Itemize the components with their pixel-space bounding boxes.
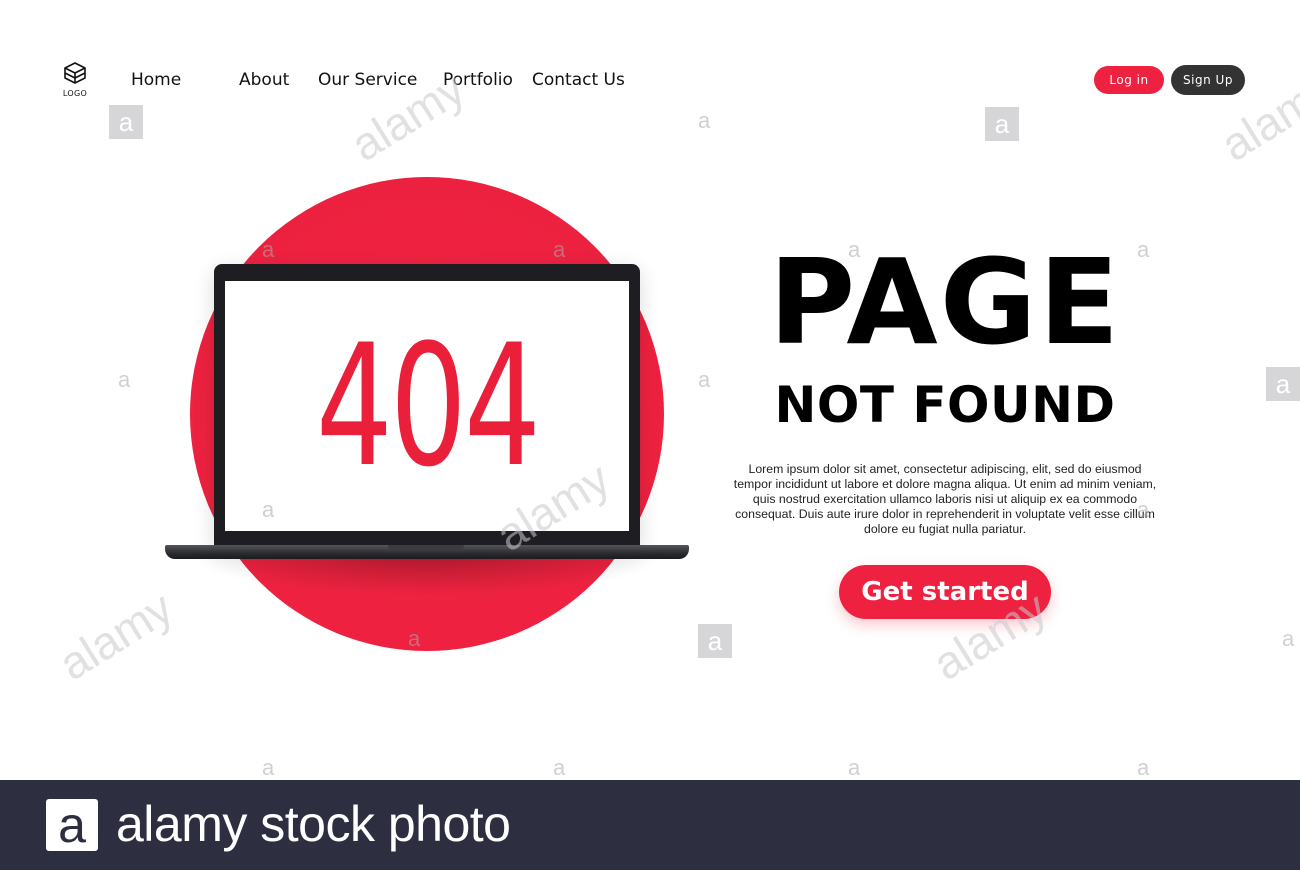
description-line: quis nostrud exercitation ullamco labori… bbox=[752, 492, 1138, 506]
alamy-logo-icon: a bbox=[46, 799, 98, 851]
laptop-notch bbox=[388, 545, 464, 551]
nav-contact-us[interactable]: Contact Us bbox=[532, 70, 625, 90]
watermark-glyph: a bbox=[262, 755, 275, 780]
site-logo[interactable]: LOGO bbox=[60, 62, 90, 98]
watermark-glyph: a bbox=[698, 108, 711, 133]
watermark-glyph: a bbox=[848, 755, 861, 780]
page-subtitle: NOT FOUND bbox=[774, 376, 1116, 434]
watermark-glyph: a bbox=[1282, 626, 1295, 651]
banner-text: alamy stock photo bbox=[116, 796, 511, 852]
nav-about[interactable]: About bbox=[239, 70, 289, 90]
watermark-glyph: a bbox=[262, 497, 275, 522]
description-line: Lorem ipsum dolor sit amet, consectetur … bbox=[748, 462, 1142, 476]
logo-label: LOGO bbox=[62, 89, 88, 98]
watermark-glyph: a bbox=[1137, 237, 1150, 262]
description-line: tempor incididunt ut labore et dolore ma… bbox=[733, 477, 1157, 491]
description-line: dolore eu fugiat nulla pariatur. bbox=[863, 522, 1027, 536]
watermark-mark: a bbox=[985, 107, 1019, 141]
watermark-glyph: a bbox=[848, 237, 861, 262]
watermark-glyph: a bbox=[553, 755, 566, 780]
watermark-glyph: a bbox=[698, 367, 711, 392]
watermark-glyph: a bbox=[408, 626, 421, 651]
stacked-cubes-icon bbox=[64, 62, 86, 84]
nav-home[interactable]: Home bbox=[131, 70, 181, 90]
login-button[interactable]: Log in bbox=[1094, 66, 1164, 94]
watermark-mark: a bbox=[109, 105, 143, 139]
watermark-mark: a bbox=[698, 624, 732, 658]
description-text: Lorem ipsum dolor sit amet, consectetur … bbox=[725, 462, 1165, 537]
watermark-glyph: a bbox=[1137, 497, 1150, 522]
page-title: PAGE bbox=[768, 233, 1122, 371]
watermark-glyph: a bbox=[118, 367, 131, 392]
watermark-glyph: a bbox=[553, 237, 566, 262]
watermark-word: alamy bbox=[49, 581, 182, 691]
watermark-glyph: a bbox=[262, 237, 275, 262]
signup-button[interactable]: Sign Up bbox=[1171, 65, 1245, 95]
watermark-mark: a bbox=[1266, 367, 1300, 401]
description-line: consequat. Duis aute irure dolor in repr… bbox=[735, 507, 1155, 521]
laptop-shadow bbox=[190, 556, 664, 596]
watermark-glyph: a bbox=[1137, 755, 1150, 780]
